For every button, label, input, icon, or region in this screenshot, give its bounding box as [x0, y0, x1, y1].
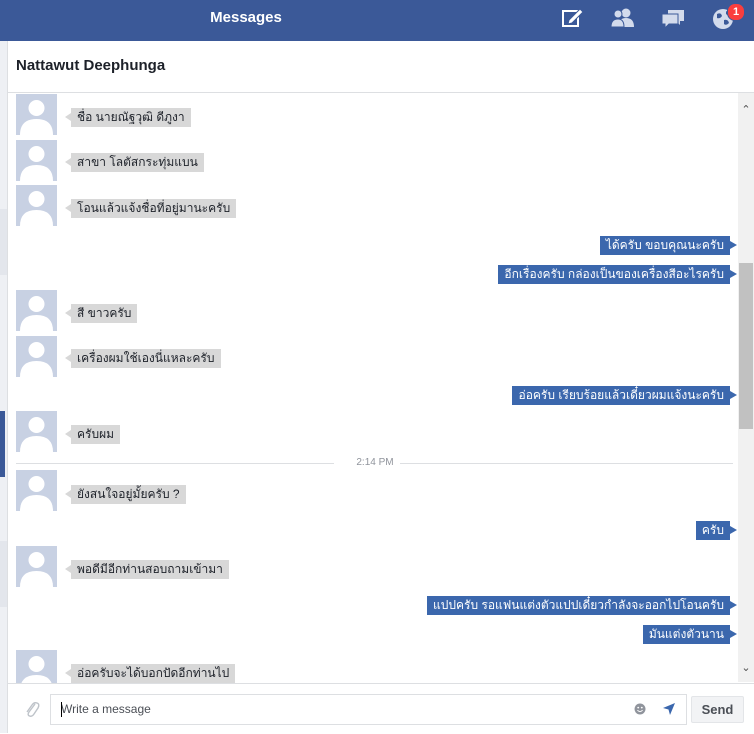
- avatar[interactable]: [16, 185, 57, 226]
- avatar[interactable]: [16, 336, 57, 377]
- avatar[interactable]: [16, 290, 57, 331]
- message-scrollbar[interactable]: ⌃ ⌄: [738, 93, 754, 682]
- scroll-down-arrow-icon[interactable]: ⌄: [741, 663, 751, 674]
- messages-icon[interactable]: [659, 5, 687, 31]
- compose-icon[interactable]: [558, 5, 586, 31]
- text-cursor: [61, 702, 62, 717]
- incoming-message: เครื่องผมใช้เองนี่แหละครับ: [65, 349, 221, 368]
- incoming-message: ยังสนใจอยู่มั้ยครับ ?: [65, 485, 186, 504]
- outgoing-message: แปปครับ รอแฟนแต่งตัวแปปเดี๋ยวกำลังจะออกไ…: [427, 596, 737, 615]
- top-bar: Messages 1: [0, 0, 754, 41]
- message-input[interactable]: [61, 699, 621, 719]
- incoming-message: สี ขาวครับ: [64, 304, 138, 323]
- scroll-up-arrow-icon[interactable]: ⌃: [741, 105, 751, 116]
- incoming-message: อ่อครับจะได้บอกปัดอีกท่านไป: [64, 664, 236, 683]
- conversation-list-edge: [0, 41, 8, 733]
- incoming-message: สาขา โลตัสกระทุ่มแบน: [65, 153, 204, 172]
- outgoing-message: อ่อครับ เรียบร้อยแล้วเดี๋ยวผมแจ้งนะครับ: [512, 386, 737, 405]
- list-item[interactable]: [0, 541, 7, 607]
- timestamp-divider-line: [400, 463, 733, 464]
- avatar[interactable]: [16, 411, 57, 452]
- incoming-message: ครับผม: [64, 425, 121, 444]
- send-button[interactable]: Send: [691, 696, 744, 723]
- emoji-icon[interactable]: [634, 703, 646, 715]
- timestamp-divider-line: [16, 463, 334, 464]
- contact-name[interactable]: Nattawut Deephunga: [16, 57, 165, 74]
- avatar[interactable]: [16, 140, 57, 181]
- outgoing-message: ได้ครับ ขอบคุณนะครับ: [599, 236, 738, 255]
- conversation-header: Nattawut Deephunga: [8, 41, 754, 93]
- list-item[interactable]: [0, 275, 7, 341]
- incoming-message: พอดีมีอีกท่านสอบถามเข้ามา: [65, 560, 229, 579]
- active-conversation-indicator: [0, 411, 5, 477]
- outgoing-message: อีกเรื่องครับ กล่องเป็นของเครื่องสีอะไรค…: [498, 265, 737, 284]
- avatar[interactable]: [16, 470, 57, 511]
- avatar[interactable]: [16, 94, 57, 135]
- message-input-box[interactable]: [50, 694, 687, 725]
- scrollbar-thumb[interactable]: [739, 263, 753, 429]
- attachment-paperclip-icon[interactable]: [24, 699, 40, 719]
- friend-requests-icon[interactable]: [609, 5, 637, 31]
- outgoing-message: มันแต่งตัวนาน: [642, 625, 738, 644]
- list-item[interactable]: [0, 209, 7, 275]
- outgoing-message: ครับ: [695, 521, 738, 540]
- page-title: Messages: [210, 9, 282, 26]
- send-arrow-icon[interactable]: [662, 702, 676, 716]
- avatar[interactable]: [16, 546, 57, 587]
- notification-badge: 1: [727, 3, 745, 21]
- incoming-message: โอนแล้วแจ้งชื่อที่อยู่มานะครับ: [64, 199, 237, 218]
- incoming-message: ชื่อ นายณัฐวุฒิ ดีภูงา: [65, 108, 191, 127]
